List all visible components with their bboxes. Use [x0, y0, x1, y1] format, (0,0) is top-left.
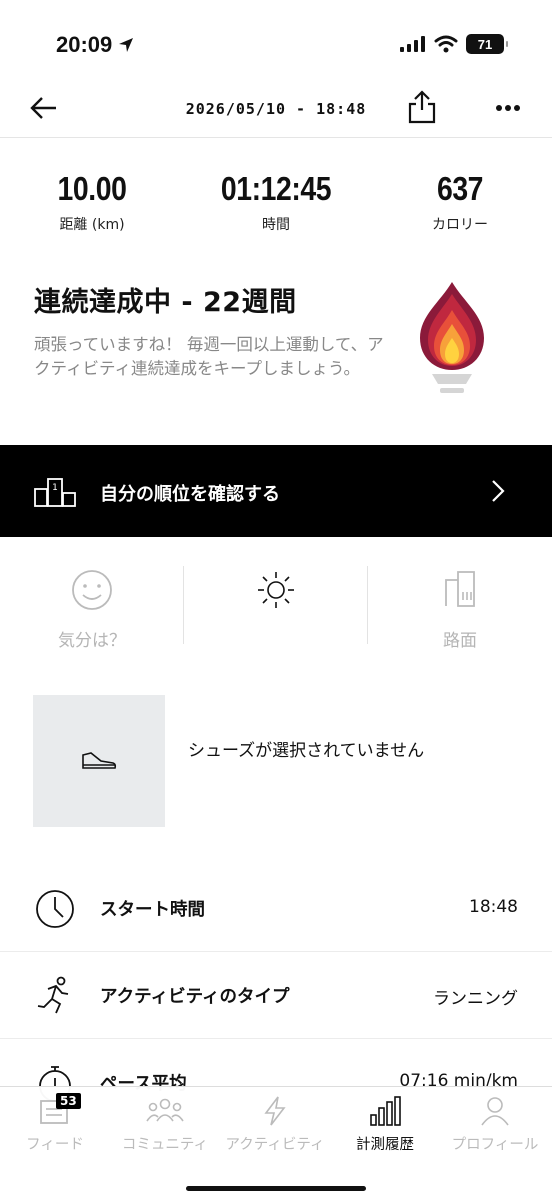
- distance-value: 10.00: [57, 170, 127, 207]
- activity-type-row[interactable]: アクティビティのタイプ ランニング: [0, 953, 552, 1039]
- lightning-bolt-icon: [264, 1096, 286, 1126]
- start-time-value: 18:48: [469, 897, 518, 917]
- calories-stat: 637 カロリー: [380, 170, 540, 234]
- tab-activity-label: アクティビティ: [225, 1137, 325, 1153]
- status-time: 20:09: [56, 32, 134, 58]
- tab-history-label: 計測履歴: [356, 1137, 414, 1153]
- battery-indicator: 71: [466, 34, 508, 54]
- wifi-icon: [434, 35, 458, 53]
- tab-activity[interactable]: アクティビティ: [220, 1087, 330, 1167]
- streak-title: 連続達成中 - 22週間: [34, 287, 297, 318]
- shoe-image-placeholder[interactable]: [33, 695, 165, 827]
- city-buildings-icon: [445, 571, 475, 607]
- mood-selector[interactable]: 気分は？: [0, 560, 184, 651]
- community-people-icon: [146, 1098, 184, 1122]
- surface-label: 路面: [443, 631, 477, 651]
- runner-icon: [37, 976, 69, 1014]
- podium-icon: 1: [34, 478, 76, 507]
- streak-section: 連続達成中 - 22週間 頑張っていますね！ 毎週一回以上運動して、アクティビテ…: [34, 280, 384, 381]
- distance-label: 距離 (km): [59, 217, 125, 233]
- clock-text: 20:09: [56, 32, 113, 57]
- profile-person-icon: [481, 1097, 509, 1126]
- activity-conditions: 気分は？ 路面: [0, 560, 552, 651]
- cellular-signal-icon: [400, 36, 425, 52]
- start-time-row: スタート時間 18:48: [0, 866, 552, 952]
- shoe-not-selected-text[interactable]: シューズが選択されていません: [188, 738, 448, 764]
- tab-history[interactable]: 計測履歴: [330, 1087, 440, 1167]
- bar-chart-icon: [370, 1096, 401, 1126]
- location-arrow-icon: [119, 38, 134, 52]
- status-bar: 20:09 71: [0, 0, 552, 90]
- tab-feed-label: フィード: [26, 1137, 84, 1153]
- start-time-label: スタート時間: [100, 900, 205, 920]
- chevron-right-icon: [492, 480, 505, 502]
- shoe-icon: [82, 752, 117, 769]
- duration-value: 01:12:45: [220, 170, 332, 207]
- activity-type-value: ランニング: [433, 989, 518, 1009]
- tab-profile[interactable]: プロフィール: [440, 1087, 550, 1167]
- mood-label: 気分は？: [58, 631, 126, 651]
- activity-datetime-title: 2026/05/10 - 18:48: [185, 100, 367, 118]
- calories-label: カロリー: [432, 217, 488, 233]
- streak-description: 頑張っていますね！ 毎週一回以上運動して、アクティビティ連続達成をキープしましょ…: [34, 335, 384, 378]
- top-navigation-bar: 2026/05/10 - 18:48: [0, 80, 552, 138]
- duration-stat: 01:12:45 時間: [196, 170, 356, 234]
- activity-summary-stats: 10.00 距離 (km) 01:12:45 時間 637 カロリー: [0, 170, 552, 250]
- check-ranking-label: 自分の順位を確認する: [100, 484, 280, 505]
- share-icon[interactable]: [406, 90, 438, 124]
- home-indicator: [186, 1186, 366, 1191]
- smiley-face-icon: [72, 570, 112, 610]
- more-options-icon[interactable]: [494, 94, 522, 122]
- distance-stat: 10.00 距離 (km): [12, 170, 172, 234]
- weather-selector[interactable]: [184, 560, 368, 650]
- clock-icon: [36, 890, 74, 928]
- tab-community-label: コミュニティ: [121, 1137, 209, 1153]
- check-ranking-button[interactable]: 1 自分の順位を確認する: [0, 445, 552, 537]
- activity-type-label: アクティビティのタイプ: [100, 987, 290, 1007]
- tab-community[interactable]: コミュニティ: [110, 1087, 220, 1167]
- bottom-tab-bar: 53 フィード コミュニティ アクティビティ 計測履歴 プロフィール: [0, 1086, 552, 1200]
- podium-number: 1: [52, 483, 58, 493]
- tab-profile-label: プロフィール: [451, 1137, 539, 1153]
- surface-selector[interactable]: 路面: [368, 560, 552, 651]
- tab-feed[interactable]: 53 フィード: [0, 1087, 110, 1167]
- feed-notification-badge: 53: [56, 1093, 81, 1109]
- duration-label: 時間: [262, 217, 290, 233]
- status-indicators: 71: [400, 34, 508, 54]
- sun-icon: [258, 572, 294, 608]
- calories-value: 637: [436, 170, 484, 207]
- streak-flame-icon: [420, 282, 484, 393]
